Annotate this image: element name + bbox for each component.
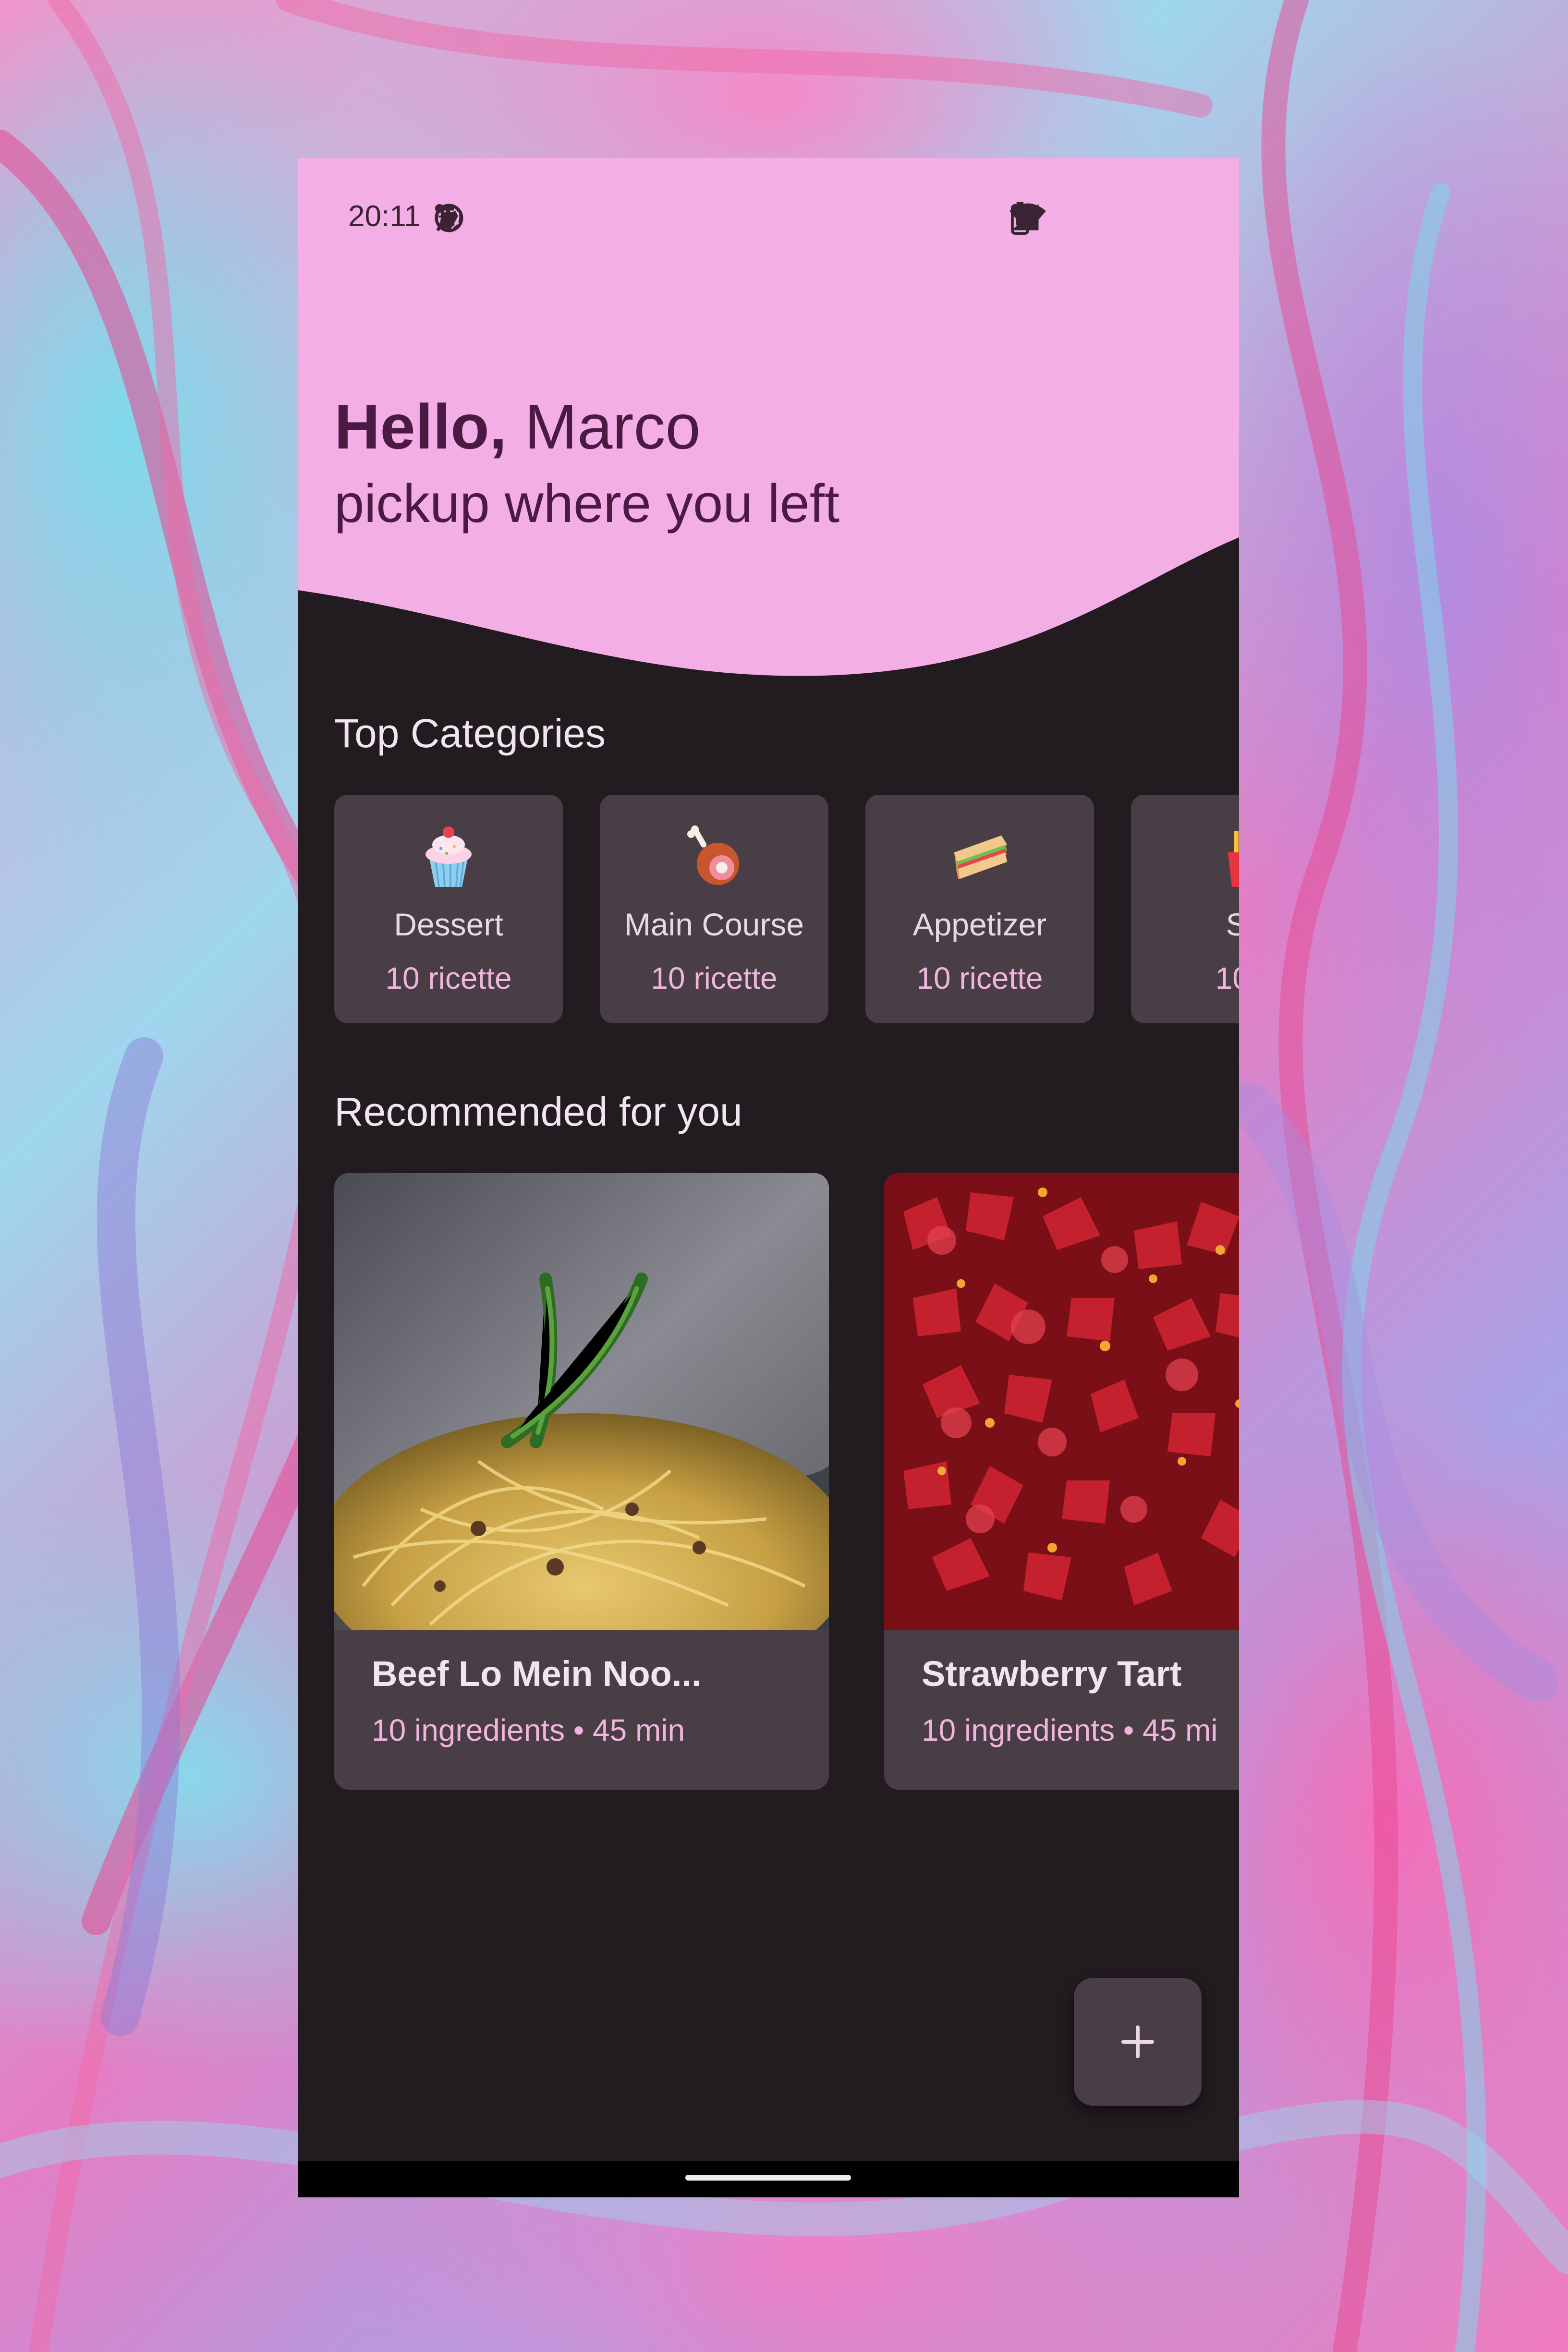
top-categories-title: Top Categories	[334, 711, 606, 756]
greeting-username: Marco	[507, 391, 701, 462]
recipe-title: Beef Lo Mein Noo...	[372, 1654, 702, 1694]
category-count: 10 ri	[1215, 961, 1239, 995]
status-notification-icons	[432, 201, 657, 238]
category-name: Main Course	[624, 907, 804, 942]
screen-record-icon	[435, 201, 563, 238]
meat-icon	[600, 824, 828, 891]
recommended-title: Recommended for you	[334, 1089, 742, 1134]
greeting-hello: Hello,	[334, 391, 507, 462]
recipe-meta: 10 ingredients • 45 mi	[922, 1713, 1218, 1747]
categories-carousel[interactable]: Dessert 10 ricette Main Course 10 ricett…	[334, 795, 1239, 1023]
cupcake-icon	[334, 824, 563, 891]
category-card-main-course[interactable]: Main Course 10 ricette	[600, 795, 828, 1023]
recipe-card-strawberry-tart[interactable]: Strawberry Tart 10 ingredients • 45 mi	[884, 1173, 1239, 1790]
category-count: 10 ricette	[385, 961, 512, 995]
category-name: Sn	[1226, 907, 1239, 942]
category-count: 10 ricette	[651, 961, 778, 995]
recommended-carousel[interactable]: Beef Lo Mein Noo... 10 ingredients • 45 …	[334, 1173, 1239, 1797]
sandwich-icon	[865, 824, 1094, 891]
category-card-snack[interactable]: Sn 10 ri	[1131, 795, 1239, 1023]
category-name: Dessert	[394, 907, 503, 942]
signal-icon	[1012, 201, 1136, 238]
dot-icon	[435, 201, 657, 238]
greeting: Hello, Marco pickup where you left	[334, 388, 839, 542]
recipe-title: Strawberry Tart	[922, 1654, 1182, 1694]
greeting-subtitle: pickup where you left	[334, 473, 840, 533]
recipe-card-beef-lo-mein[interactable]: Beef Lo Mein Noo... 10 ingredients • 45 …	[334, 1173, 829, 1790]
navigation-bar	[298, 2161, 1239, 2197]
strawberries-photo	[884, 1173, 1239, 1630]
status-time: 20:11	[348, 200, 421, 233]
status-bar: 20:11	[298, 182, 1239, 244]
wifi-icon	[1009, 201, 1091, 238]
fries-icon	[1131, 824, 1239, 891]
recipe-meta: 10 ingredients • 45 min	[372, 1713, 685, 1747]
home-gesture-handle[interactable]	[685, 2175, 851, 2181]
app-hand-icon	[439, 201, 610, 238]
plus-icon	[1121, 2025, 1154, 2058]
add-recipe-button[interactable]	[1074, 1978, 1202, 2106]
app-s-icon	[438, 201, 516, 238]
category-count: 10 ricette	[916, 961, 1043, 995]
phone-screen: 20:11 Hello, Marco pickup where you left…	[298, 158, 1239, 2197]
category-name: Appetizer	[912, 907, 1047, 942]
noodles-photo	[334, 1173, 829, 1630]
status-system-icons	[1009, 201, 1181, 238]
category-card-appetizer[interactable]: Appetizer 10 ricette	[865, 795, 1094, 1023]
greeting-title: Hello, Marco	[334, 388, 839, 465]
category-card-dessert[interactable]: Dessert 10 ricette	[334, 795, 563, 1023]
battery-charging-icon	[1011, 201, 1181, 238]
